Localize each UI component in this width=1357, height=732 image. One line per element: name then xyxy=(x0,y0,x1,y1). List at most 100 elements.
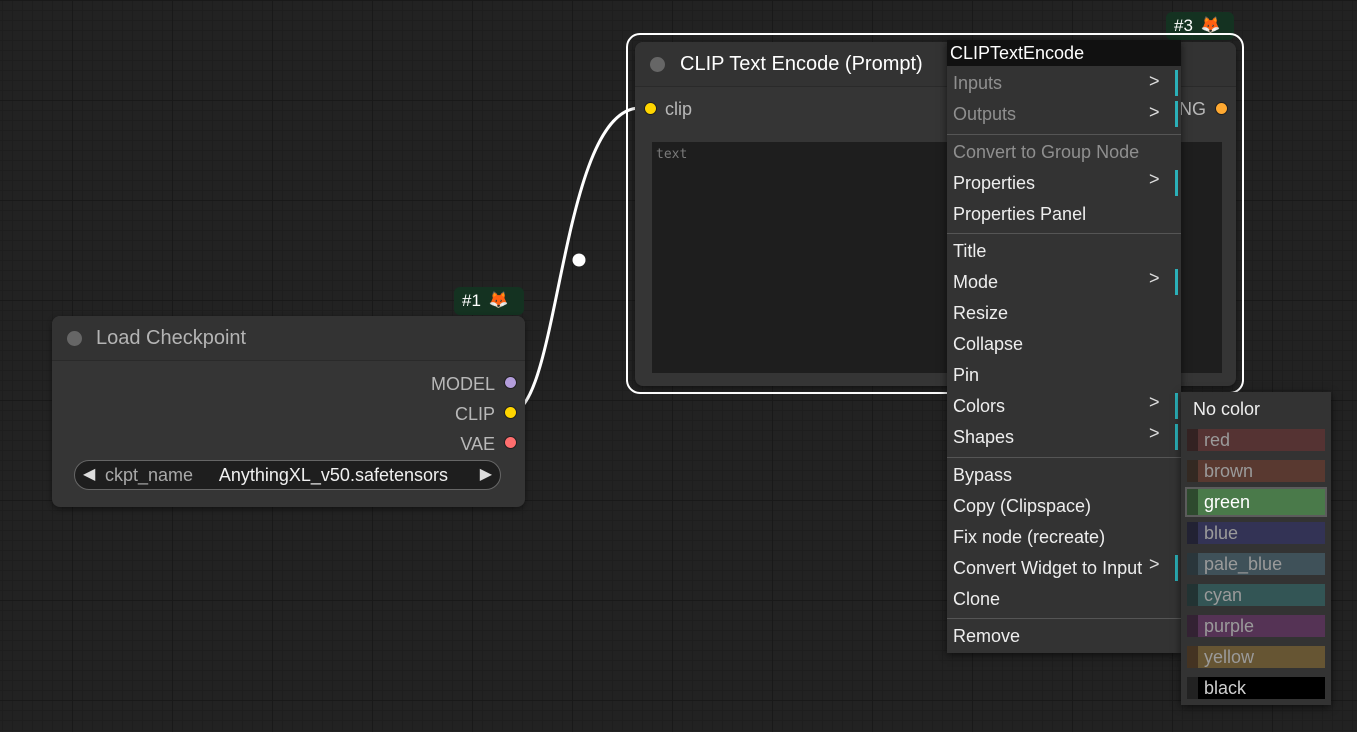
menu-separator xyxy=(947,134,1181,135)
menu-item-label: Clone xyxy=(953,589,1001,609)
color-option-green[interactable]: green xyxy=(1185,487,1327,517)
menu-item-bypass[interactable]: Bypass xyxy=(953,460,1175,490)
submenu-arrow-icon: > xyxy=(1149,268,1160,288)
submenu-indicator xyxy=(1175,170,1178,196)
graph-canvas[interactable]: #1 🦊 Load Checkpoint MODEL CLIP VAE ◀ ck… xyxy=(0,0,1357,732)
menu-item-convert-to-group-node[interactable]: Convert to Group Node xyxy=(953,137,1175,167)
menu-item-label: Properties Panel xyxy=(953,204,1087,224)
node-title-bar[interactable]: Load Checkpoint xyxy=(52,316,525,361)
color-option-label: green xyxy=(1204,492,1251,512)
node-title: Load Checkpoint xyxy=(96,327,247,349)
output-label-clip: CLIP xyxy=(454,404,495,424)
menu-item-shapes[interactable]: Shapes xyxy=(953,422,1175,452)
menu-item-colors[interactable]: Colors xyxy=(953,391,1175,421)
menu-item-label: Convert to Group Node xyxy=(953,142,1140,162)
color-option-label: No color xyxy=(1193,399,1261,419)
menu-item-clone[interactable]: Clone xyxy=(953,584,1175,614)
menu-item-label: Shapes xyxy=(953,427,1015,447)
input-slot-clip[interactable] xyxy=(645,103,656,114)
menu-item-label: Fix node (recreate) xyxy=(953,527,1106,547)
menu-item-properties[interactable]: Properties xyxy=(953,168,1175,198)
increment-arrow-icon[interactable]: ▶ xyxy=(480,464,492,484)
menu-item-mode[interactable]: Mode xyxy=(953,267,1175,297)
color-swatch xyxy=(1187,522,1198,544)
color-option-purple[interactable]: purple xyxy=(1187,615,1325,637)
widget-value: AnythingXL_v50.safetensors xyxy=(218,465,448,485)
collapse-dot-icon[interactable] xyxy=(67,331,82,346)
menu-item-collapse[interactable]: Collapse xyxy=(953,329,1175,359)
menu-item-label: Properties xyxy=(953,173,1036,193)
submenu-arrow-icon: > xyxy=(1149,392,1160,412)
menu-item-outputs[interactable]: Outputs xyxy=(953,99,1175,129)
output-slot-model[interactable] xyxy=(505,377,516,388)
fox-icon: 🦊 xyxy=(1200,17,1221,34)
submenu-arrow-icon: > xyxy=(1149,71,1160,91)
menu-item-label: Bypass xyxy=(953,465,1013,485)
menu-item-resize[interactable]: Resize xyxy=(953,298,1175,328)
menu-item-pin[interactable]: Pin xyxy=(953,360,1175,390)
menu-item-label: Resize xyxy=(953,303,1009,323)
node-title: CLIP Text Encode (Prompt) xyxy=(680,53,923,75)
link-midpoint-handle[interactable] xyxy=(572,253,586,267)
color-swatch xyxy=(1187,553,1198,575)
menu-separator xyxy=(947,233,1181,234)
color-option-blue[interactable]: blue xyxy=(1187,522,1325,544)
menu-item-label: Pin xyxy=(953,365,980,385)
menu-item-label: Inputs xyxy=(953,73,1003,93)
menu-item-label: Colors xyxy=(953,396,1006,416)
output-slot-clip[interactable] xyxy=(505,407,516,418)
menu-item-title[interactable]: Title xyxy=(953,236,1175,266)
output-label-vae: VAE xyxy=(460,434,495,454)
color-option-cyan[interactable]: cyan xyxy=(1187,584,1325,606)
color-swatch xyxy=(1187,646,1198,668)
color-swatch xyxy=(1187,584,1198,606)
colors-submenu[interactable]: No color red brown green blue pale_blue … xyxy=(1181,392,1331,705)
color-option-label: blue xyxy=(1204,523,1239,543)
color-option-red[interactable]: red xyxy=(1187,429,1325,451)
submenu-arrow-icon: > xyxy=(1149,423,1160,443)
menu-item-convert-widget-to-input[interactable]: Convert Widget to Input xyxy=(953,553,1175,583)
fox-icon: 🦊 xyxy=(488,292,509,309)
submenu-arrow-icon: > xyxy=(1149,554,1160,574)
menu-item-label: Title xyxy=(953,241,987,261)
submenu-indicator xyxy=(1175,101,1178,127)
menu-item-copy-clipspace[interactable]: Copy (Clipspace) xyxy=(953,491,1175,521)
menu-item-label: Collapse xyxy=(953,334,1024,354)
color-swatch xyxy=(1187,429,1198,451)
color-option-no-color[interactable]: No color xyxy=(1193,397,1260,421)
node-1-badge: #1 🦊 xyxy=(454,287,524,315)
submenu-indicator xyxy=(1175,269,1178,295)
textarea-placeholder: text xyxy=(656,147,688,162)
load-checkpoint-node[interactable]: Load Checkpoint MODEL CLIP VAE ◀ ckpt_na… xyxy=(52,316,525,507)
submenu-arrow-icon: > xyxy=(1149,169,1160,189)
color-swatch xyxy=(1187,460,1198,482)
menu-item-label: Mode xyxy=(953,272,999,292)
clip-link[interactable] xyxy=(510,106,641,414)
output-slot-vae[interactable] xyxy=(505,437,516,448)
input-label-clip: clip xyxy=(665,99,693,119)
color-option-label: black xyxy=(1204,678,1247,698)
output-slot-conditioning[interactable] xyxy=(1216,103,1227,114)
ckpt-name-combo[interactable]: ◀ ckpt_name AnythingXL_v50.safetensors ▶ xyxy=(74,460,501,490)
menu-item-label: Convert Widget to Input xyxy=(953,558,1143,578)
node-context-menu[interactable]: CLIPTextEncode Inputs > Outputs > Conver… xyxy=(947,40,1181,653)
output-label-model: MODEL xyxy=(430,374,495,394)
output-label-conditioning: NG xyxy=(1179,99,1206,119)
color-option-pale-blue[interactable]: pale_blue xyxy=(1187,553,1325,575)
submenu-indicator xyxy=(1175,393,1178,419)
color-option-brown[interactable]: brown xyxy=(1187,460,1325,482)
color-option-label: red xyxy=(1204,430,1231,450)
menu-item-fix-node[interactable]: Fix node (recreate) xyxy=(953,522,1175,552)
decrement-arrow-icon[interactable]: ◀ xyxy=(83,464,95,484)
node-id-label: #1 xyxy=(462,291,481,310)
submenu-indicator xyxy=(1175,70,1178,96)
menu-item-remove[interactable]: Remove xyxy=(953,621,1175,651)
submenu-indicator xyxy=(1175,555,1178,581)
menu-item-properties-panel[interactable]: Properties Panel xyxy=(953,199,1175,229)
collapse-dot-icon[interactable] xyxy=(650,57,665,72)
menu-item-inputs[interactable]: Inputs xyxy=(953,68,1175,98)
color-option-label: cyan xyxy=(1204,585,1243,605)
color-option-label: pale_blue xyxy=(1204,554,1283,574)
color-option-yellow[interactable]: yellow xyxy=(1187,646,1325,668)
color-option-black[interactable]: black xyxy=(1187,677,1325,699)
